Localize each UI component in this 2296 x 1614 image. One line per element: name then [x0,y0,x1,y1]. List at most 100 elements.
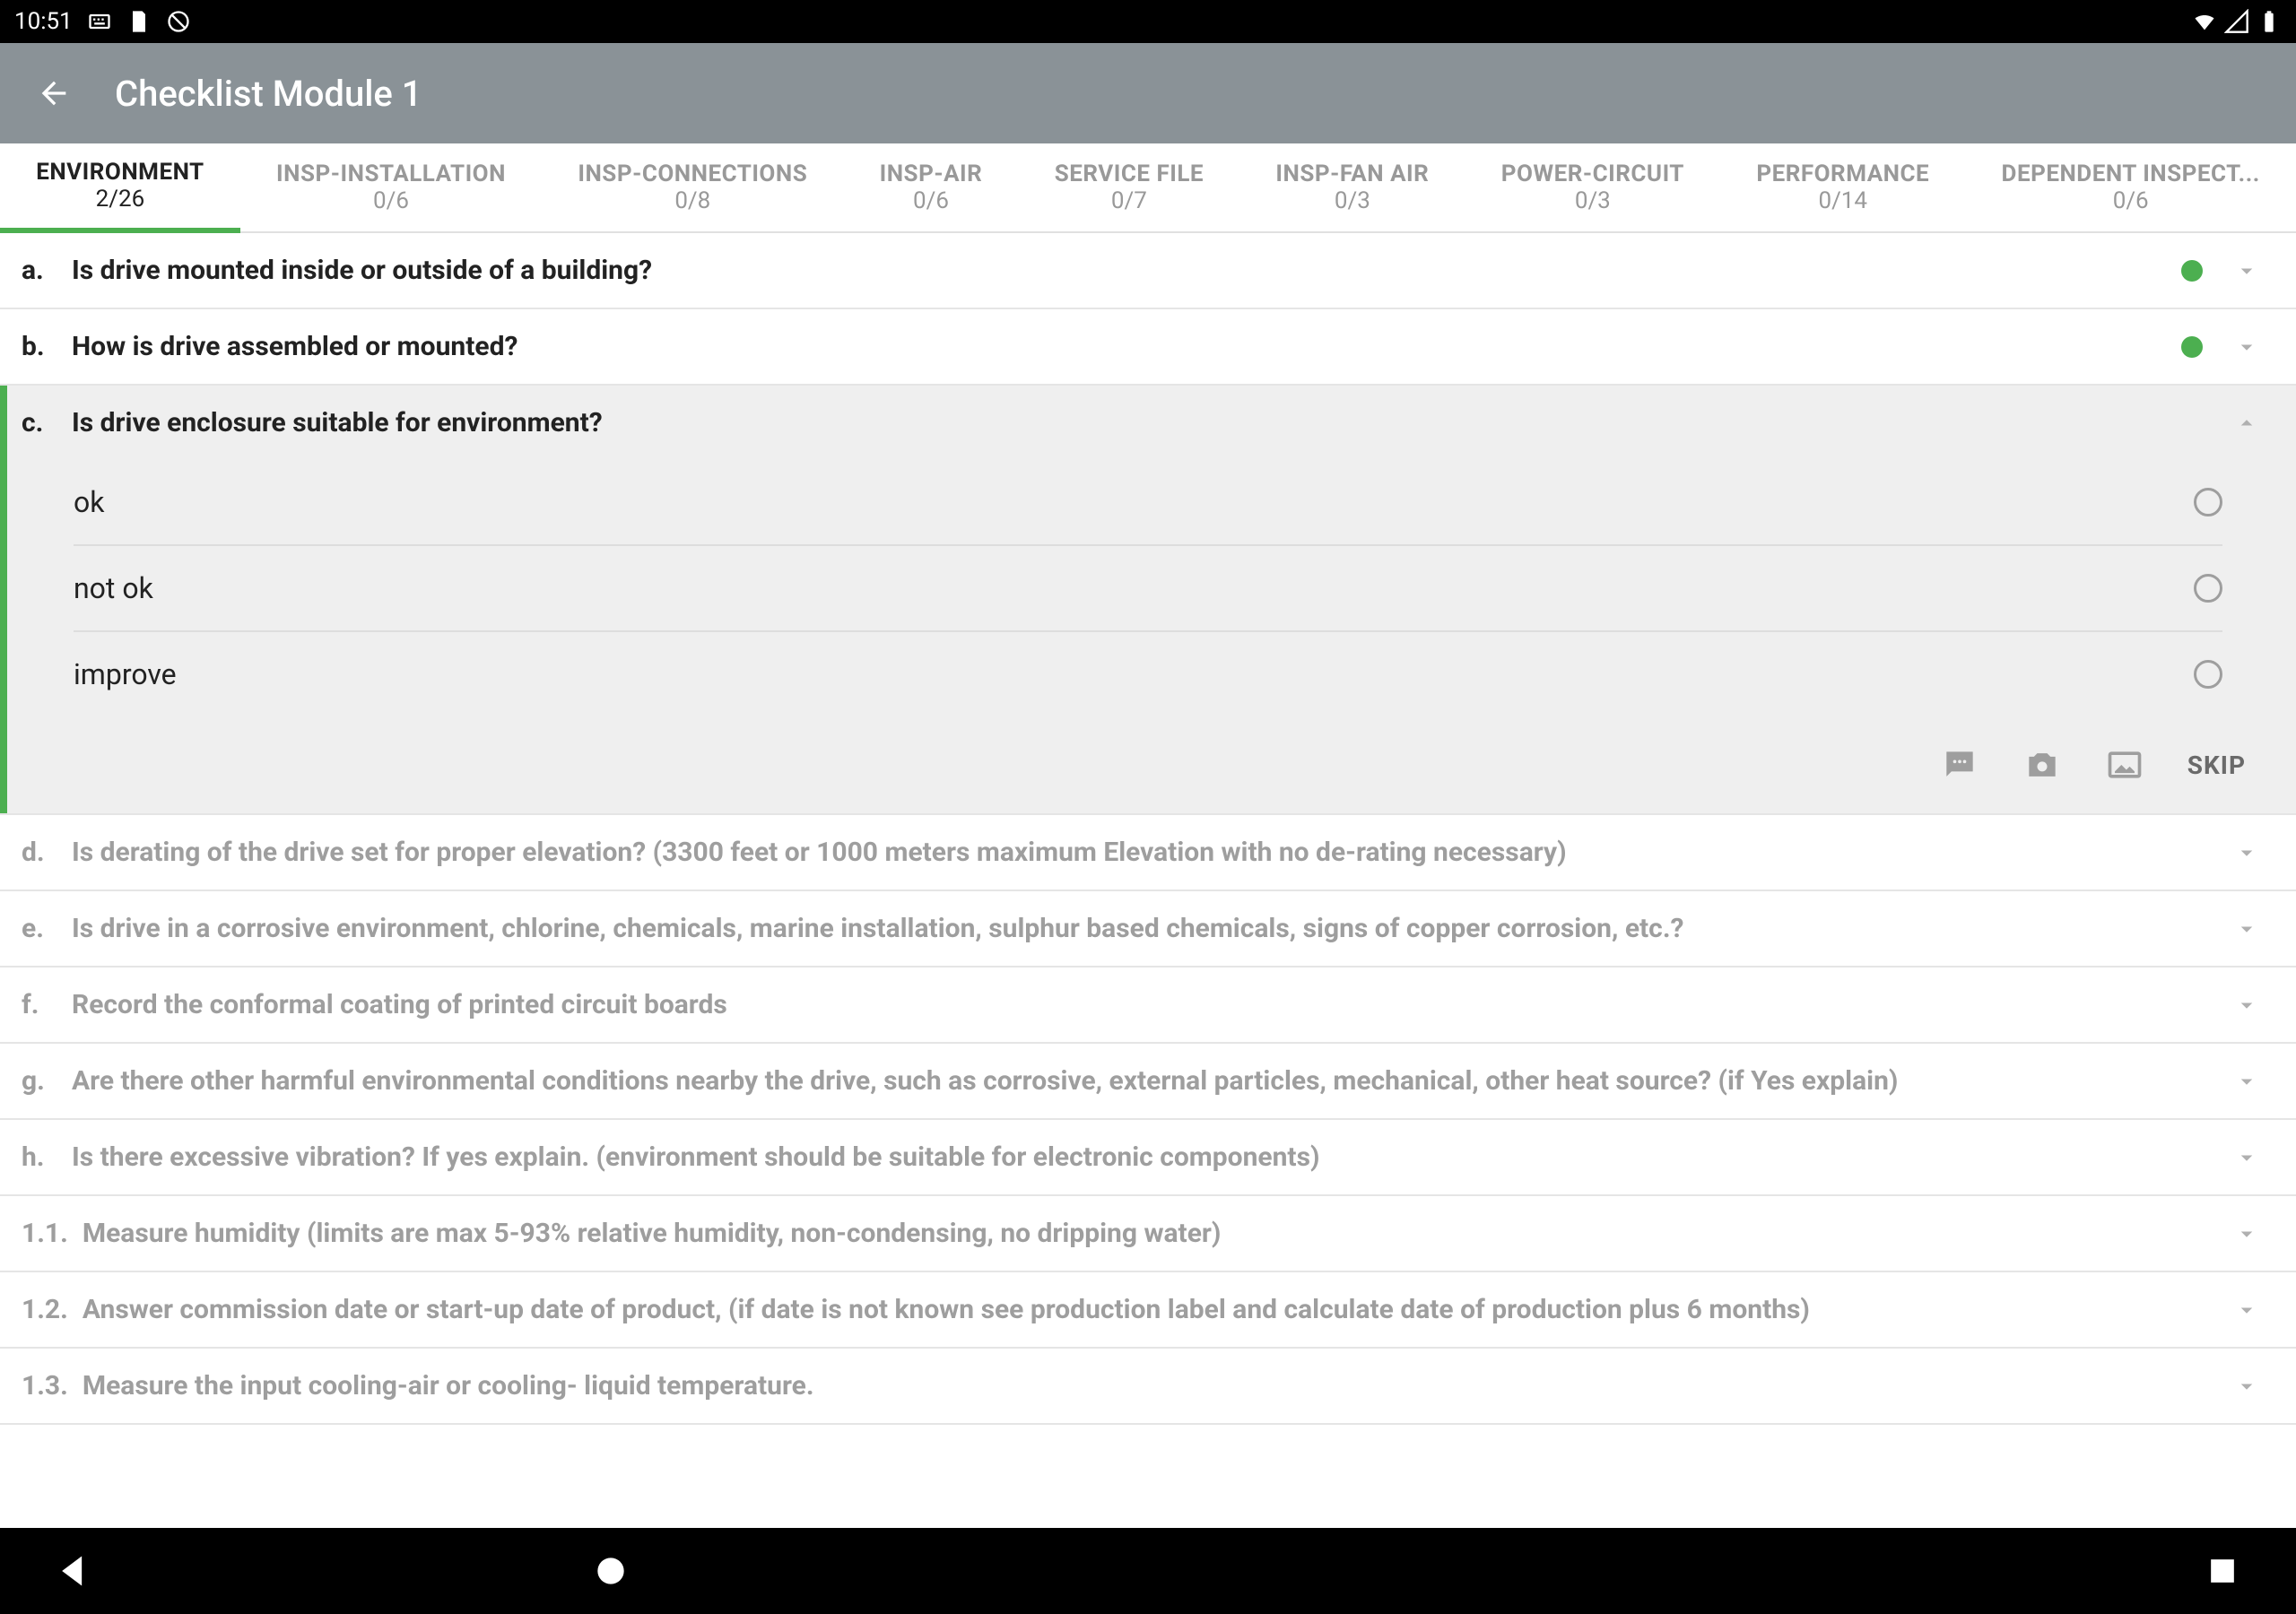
option-row[interactable]: ok [74,460,2222,546]
no-location-icon [166,9,191,34]
question-header[interactable]: f.Record the conformal coating of printe… [0,968,2296,1042]
chevron-down-icon [2233,1068,2260,1095]
tab-insp-air[interactable]: INSP-AIR0/6 [843,143,1018,231]
question-letter: 1.3. [22,1370,68,1401]
question-row: a.Is drive mounted inside or outside of … [0,233,2296,309]
back-button[interactable] [36,75,72,111]
tab-label: ENVIRONMENT [36,159,204,186]
question-row: 1.2.Answer commission date or start-up d… [0,1272,2296,1349]
chevron-down-icon [2233,1297,2260,1323]
tab-count: 0/6 [373,187,409,214]
android-nav [0,1528,2296,1614]
question-header[interactable]: g. Are there other harmful environmental … [0,1044,2296,1118]
question-row: b.How is drive assembled or mounted? [0,309,2296,386]
chevron-up-icon [2233,410,2260,437]
chevron-down-icon [2233,334,2260,360]
question-header[interactable]: h.Is there excessive vibration? If yes e… [0,1120,2296,1194]
question-row: e. Is drive in a corrosive environment, c… [0,891,2296,968]
question-text: Is drive enclosure suitable for environm… [72,407,2219,438]
question-text: Is derating of the drive set for proper … [72,837,2219,868]
tab-insp-connections[interactable]: INSP-CONNECTIONS0/8 [542,143,843,231]
wifi-icon [2192,9,2217,34]
tab-label: INSP-CONNECTIONS [578,161,807,187]
question-header[interactable]: 1.2.Answer commission date or start-up d… [0,1272,2296,1347]
app-header: Checklist Module 1 [0,43,2296,143]
radio-icon[interactable] [2194,488,2222,516]
question-header[interactable]: c.Is drive enclosure suitable for enviro… [0,386,2296,460]
tab-bar: ENVIRONMENT2/26INSP-INSTALLATION0/6INSP-… [0,143,2296,233]
tab-count: 0/3 [1575,187,1611,214]
question-letter: d. [22,837,57,868]
tab-label: INSP-AIR [880,161,983,187]
camera-icon[interactable] [2022,745,2062,785]
question-text: Is there excessive vibration? If yes exp… [72,1141,2219,1173]
question-row: c.Is drive enclosure suitable for enviro… [0,386,2296,815]
question-header[interactable]: e. Is drive in a corrosive environment, c… [0,891,2296,966]
chevron-down-icon [2233,915,2260,942]
option-label: not ok [74,571,153,605]
nav-recent-button[interactable] [2203,1551,2242,1591]
tab-power-circuit[interactable]: POWER-CIRCUIT0/3 [1465,143,1721,231]
tab-count: 0/7 [1111,187,1147,214]
tab-label: SERVICE FILE [1055,161,1204,187]
signal-icon [2224,9,2249,34]
tab-environment[interactable]: ENVIRONMENT2/26 [0,143,240,233]
comment-icon[interactable] [1940,745,1979,785]
answered-dot-icon [2181,336,2203,358]
question-row: 1.3.Measure the input cooling-air or coo… [0,1349,2296,1425]
status-left: 10:51 [14,8,191,35]
tab-count: 0/8 [674,187,710,214]
nav-home-button[interactable] [591,1551,631,1591]
question-text: Answer commission date or start-up date … [83,1294,2219,1325]
radio-icon[interactable] [2194,660,2222,689]
tab-service-file[interactable]: SERVICE FILE0/7 [1019,143,1240,231]
question-header[interactable]: d. Is derating of the drive set for prope… [0,815,2296,889]
tab-count: 2/26 [96,186,145,213]
option-list: ok not ok improve [0,460,2296,731]
chevron-down-icon [2233,992,2260,1019]
question-text: Are there other harmful environmental co… [72,1065,2219,1097]
question-letter: e. [22,913,57,944]
question-text: Is drive in a corrosive environment, chl… [72,913,2219,944]
question-list: a.Is drive mounted inside or outside of … [0,233,2296,1528]
question-letter: a. [22,255,57,286]
page-title: Checklist Module 1 [115,73,422,115]
tab-label: POWER-CIRCUIT [1501,161,1684,187]
question-header[interactable]: a.Is drive mounted inside or outside of … [0,233,2296,308]
tab-label: INSP-INSTALLATION [276,161,506,187]
question-letter: 1.1. [22,1218,68,1249]
option-row[interactable]: improve [74,632,2222,716]
keyboard-icon [87,9,112,34]
question-row: h.Is there excessive vibration? If yes e… [0,1120,2296,1196]
tab-insp-installation[interactable]: INSP-INSTALLATION0/6 [240,143,542,231]
question-header[interactable]: 1.1. Measure humidity (limits are max 5-9… [0,1196,2296,1271]
question-text: Measure humidity (limits are max 5-93% r… [83,1218,2219,1249]
status-time: 10:51 [14,8,73,35]
tab-insp-fan-air[interactable]: INSP-FAN AIR0/3 [1239,143,1465,231]
question-row: 1.1. Measure humidity (limits are max 5-9… [0,1196,2296,1272]
tab-performance[interactable]: PERFORMANCE0/14 [1720,143,1965,231]
question-row: d. Is derating of the drive set for prope… [0,815,2296,891]
tab-count: 0/6 [2113,187,2149,214]
radio-icon[interactable] [2194,574,2222,603]
tab-label: DEPENDENT INSPECT... [2002,161,2260,187]
tab-dependent-inspect-[interactable]: DEPENDENT INSPECT...0/6 [1965,143,2296,231]
chevron-down-icon [2233,1144,2260,1171]
skip-button[interactable]: SKIP [2187,751,2246,780]
battery-icon [2257,9,2282,34]
chevron-down-icon [2233,1373,2260,1400]
question-letter: g. [22,1065,57,1097]
question-header[interactable]: 1.3.Measure the input cooling-air or coo… [0,1349,2296,1423]
nav-back-button[interactable] [54,1551,93,1591]
tab-count: 0/3 [1335,187,1370,214]
tab-label: PERFORMANCE [1756,161,1929,187]
option-row[interactable]: not ok [74,546,2222,632]
chevron-down-icon [2233,1220,2260,1247]
option-label: improve [74,657,177,691]
image-icon[interactable] [2105,745,2144,785]
question-text: Record the conformal coating of printed … [72,989,2219,1020]
question-header[interactable]: b.How is drive assembled or mounted? [0,309,2296,384]
question-letter: b. [22,331,57,362]
chevron-down-icon [2233,839,2260,866]
option-label: ok [74,485,104,519]
